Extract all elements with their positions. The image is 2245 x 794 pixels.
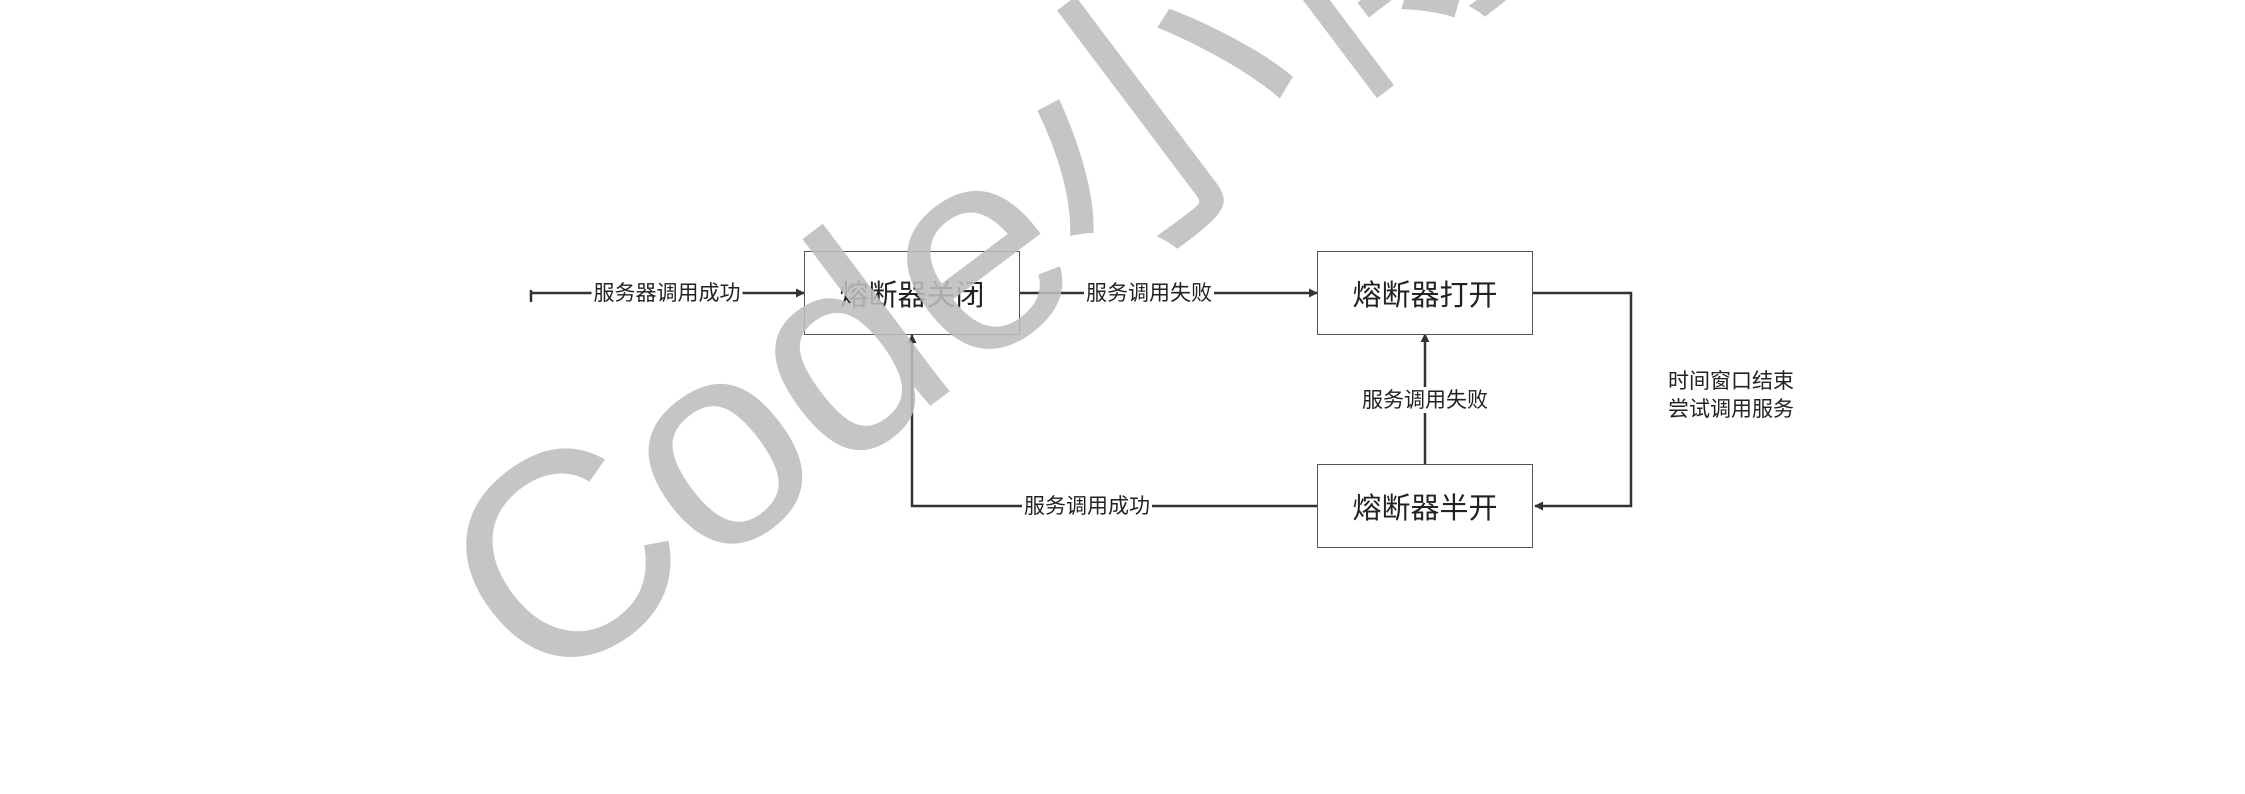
flow-diagram [529,288,1633,511]
edge-label-closed-to-open: 服务调用失败 [1084,280,1214,306]
edge-label-start-to-closed: 服务器调用成功 [591,280,743,306]
node-breaker-open-label: 熔断器打开 [1352,278,1498,312]
node-breaker-half-open-label: 熔断器半开 [1352,491,1498,525]
edge-open-to-half-open [1533,291,1633,511]
edge-half-open-to-closed [907,334,1317,508]
edge-label-half-open-to-open: 服务调用失败 [1360,387,1490,413]
edge-label-half-open-to-closed: 服务调用成功 [1022,493,1152,519]
edge-label-open-to-half-open-line1: 时间窗口结束 [1668,369,1794,393]
node-breaker-open: 熔断器打开 [1317,251,1533,335]
edge-label-open-to-half-open-line2: 尝试调用服务 [1668,397,1794,421]
edge-label-open-to-half-open: 时间窗口结束 尝试调用服务 [1668,367,1794,423]
node-breaker-closed: 熔断器关闭 [804,251,1020,335]
node-breaker-half-open: 熔断器半开 [1317,464,1533,548]
node-breaker-closed-label: 熔断器关闭 [839,278,985,312]
